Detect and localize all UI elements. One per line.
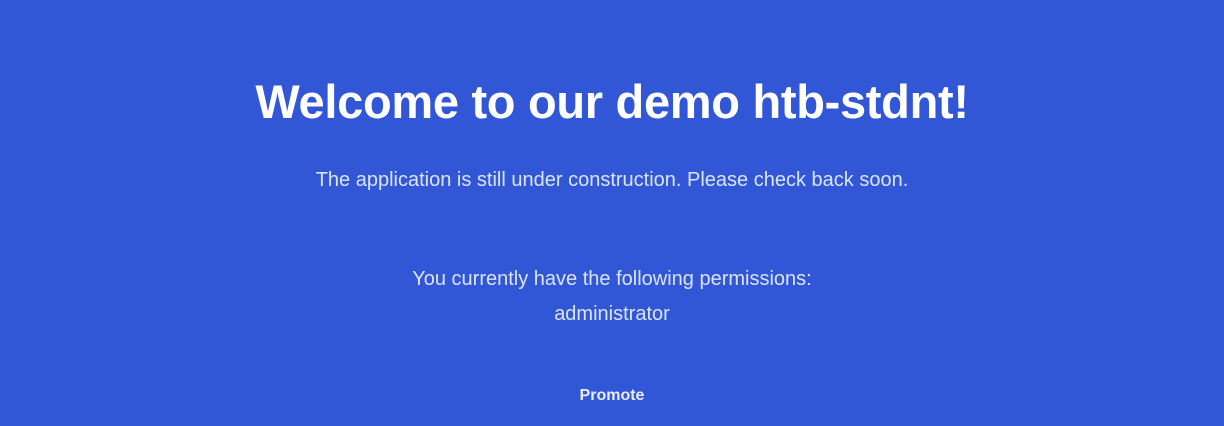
promote-button[interactable]: Promote xyxy=(562,382,662,410)
welcome-page: Welcome to our demo htb-stdnt! The appli… xyxy=(0,0,1224,426)
page-title: Welcome to our demo htb-stdnt! xyxy=(255,75,969,128)
permissions-section: You currently have the following permiss… xyxy=(312,262,912,332)
construction-message: The application is still under construct… xyxy=(315,169,909,191)
permissions-label: You currently have the following permiss… xyxy=(412,268,812,290)
permissions-value: administrator xyxy=(554,303,670,325)
